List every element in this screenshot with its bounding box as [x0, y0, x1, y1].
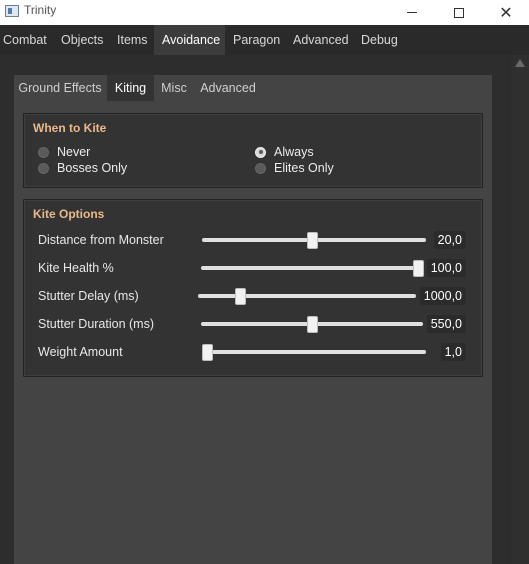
vertical-scrollbar[interactable] — [511, 55, 529, 564]
distance-from-monster-label: Distance from Monster — [38, 233, 164, 247]
radio-bosses-only-label: Bosses Only — [57, 161, 128, 175]
tab-advanced[interactable]: Advanced — [285, 25, 351, 55]
kite-health-label: Kite Health % — [38, 261, 114, 275]
group-title-kite-options: Kite Options — [33, 207, 105, 221]
tab-objects[interactable]: Objects — [54, 25, 106, 55]
subtab-advanced[interactable]: Advanced — [195, 75, 261, 101]
stutter-delay-label: Stutter Delay (ms) — [38, 289, 139, 303]
maximize-icon — [454, 7, 464, 18]
radio-never[interactable]: Never — [38, 145, 90, 159]
title-bar: Trinity ✕ — [0, 0, 529, 25]
radio-elites-only-label: Elites Only — [274, 161, 334, 175]
weight-amount-slider[interactable] — [202, 344, 426, 361]
subtab-ground-effects[interactable]: Ground Effects — [14, 75, 106, 101]
radio-always-label: Always — [274, 145, 314, 159]
close-icon: ✕ — [499, 2, 513, 22]
minimize-icon — [407, 12, 417, 13]
radio-elites-only-indicator — [255, 162, 266, 174]
radio-never-indicator — [38, 146, 49, 158]
main-tab-bar: Combat Objects Items Avoidance Paragon A… — [0, 25, 529, 55]
avoidance-sub-tab-bar: Ground Effects Kiting Misc Advanced — [14, 75, 492, 101]
tab-debug[interactable]: Debug — [353, 25, 405, 55]
when-to-kite-group: When to Kite Never Bosses Only Always El… — [23, 113, 483, 188]
main-area: Ground Effects Kiting Misc Advanced When… — [0, 55, 529, 564]
minimize-button[interactable] — [390, 0, 434, 25]
slider-thumb[interactable] — [306, 232, 318, 249]
slider-thumb[interactable] — [307, 316, 318, 333]
stutter-duration-value[interactable]: 550,0 — [426, 315, 466, 333]
window-title: Trinity — [24, 3, 57, 17]
maximize-button[interactable] — [437, 0, 481, 25]
stutter-delay-slider[interactable] — [198, 288, 416, 305]
close-button[interactable]: ✕ — [484, 0, 528, 25]
slider-track — [201, 266, 423, 270]
weight-amount-value[interactable]: 1,0 — [440, 343, 466, 361]
subtab-kiting[interactable]: Kiting — [107, 75, 154, 101]
distance-from-monster-slider[interactable] — [202, 232, 426, 249]
slider-thumb[interactable] — [202, 344, 213, 361]
stutter-duration-label: Stutter Duration (ms) — [38, 317, 155, 331]
radio-bosses-only[interactable]: Bosses Only — [38, 161, 127, 175]
stutter-duration-slider[interactable] — [201, 316, 423, 333]
radio-never-label: Never — [57, 145, 91, 159]
radio-always-indicator — [255, 146, 266, 158]
radio-bosses-only-indicator — [38, 162, 49, 174]
tab-avoidance[interactable]: Avoidance — [154, 25, 225, 55]
tab-paragon[interactable]: Paragon — [225, 25, 283, 55]
group-title-when-to-kite: When to Kite — [33, 121, 107, 135]
slider-track — [198, 294, 416, 298]
scroll-up-arrow-icon[interactable] — [515, 59, 525, 67]
tab-items[interactable]: Items — [110, 25, 152, 55]
slider-thumb[interactable] — [235, 288, 247, 305]
stutter-delay-value[interactable]: 1000,0 — [419, 287, 466, 305]
weight-amount-label: Weight Amount — [38, 345, 123, 359]
kite-options-group: Kite Options Distance from Monster 20,0 … — [23, 199, 483, 377]
distance-from-monster-value[interactable]: 20,0 — [433, 231, 466, 249]
slider-thumb[interactable] — [413, 260, 424, 277]
radio-always[interactable]: Always — [255, 145, 314, 159]
app-icon — [5, 5, 19, 17]
slider-track — [202, 350, 426, 354]
kite-health-slider[interactable] — [201, 260, 424, 277]
radio-elites-only[interactable]: Elites Only — [255, 161, 334, 175]
kite-health-value[interactable]: 100,0 — [426, 259, 466, 277]
subtab-misc[interactable]: Misc — [155, 75, 193, 101]
tab-combat[interactable]: Combat — [0, 25, 50, 55]
